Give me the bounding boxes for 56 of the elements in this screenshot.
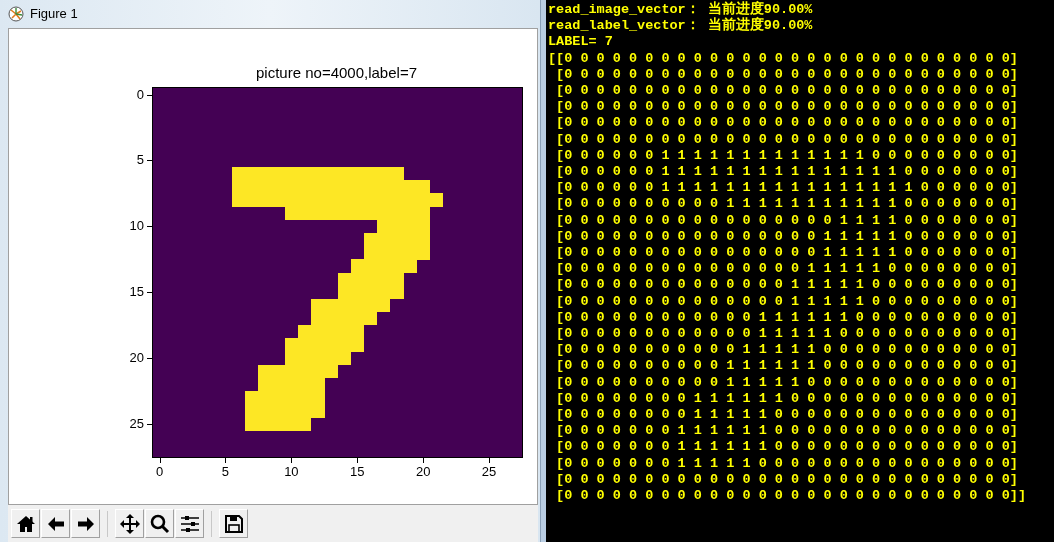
- toolbar-button[interactable]: [115, 509, 144, 538]
- x-tick-label: 20: [415, 465, 431, 479]
- matrix-row-text: [0 0 0 0 0 0 0 0 1 1 1 1 1 1 0 0 0 0 0 0 0 0 0 0 0 0 0 0]: [555, 390, 1019, 408]
- matrix-row-text: [0 0 0 0 0 0 1 1 1 1 1 1 1 1 1 1 1 1 1 0 0 0 0 0 0 0 0 0]: [555, 147, 1019, 165]
- matrix-row-text: [0 0 0 0 0 0 0 0 0 0 0 0 0 0 0 0 0 0 0 0 0 0 0 0 0 0 0 0]: [555, 99, 1019, 116]
- plot-title: picture no=4000,label=7: [256, 63, 417, 83]
- matrix-row-text: [0 0 0 0 0 0 0 1 1 1 1 1 1 0 0 0 0 0 0 0 0 0 0 0 0 0 0 0]: [555, 439, 1019, 456]
- matrix-row-text: [0 0 0 0 0 0 0 0 0 0 0 0 0 0 0 0 0 0 0 0 0 0 0 0 0 0 0 0]: [555, 66, 1019, 83]
- toolbar-button[interactable]: [219, 509, 248, 538]
- matrix-row-text: [0 0 0 0 0 0 1 1 1 1 1 1 1 1 1 1 1 1 1 1 1 1 0 0 0 0 0 0]: [555, 180, 1019, 197]
- matrix-row-text: [0 0 0 0 0 0 0 0 0 0 0 0 0 0 0 0 0 0 0 0 0 0 0 0 0 0 0 0]: [555, 471, 1019, 489]
- matrix-row-text: [[0 0 0 0 0 0 0 0 0 0 0 0 0 0 0 0 0 0 0 0 0 0 0 0 0 0 0 0]: [548, 50, 1019, 67]
- y-tick-label: 20: [128, 351, 144, 366]
- console-line: read_image_vector： 当前进度90.00%: [548, 2, 814, 17]
- move-icon: [118, 512, 141, 535]
- search-icon: [148, 512, 171, 535]
- app-icon: [8, 6, 24, 22]
- window-title: Figure 1: [30, 5, 78, 24]
- y-tick-label: 5: [135, 153, 144, 168]
- console-line: read_label_vector： 当前进度90.00%: [548, 18, 814, 35]
- toolbar-button[interactable]: [11, 509, 40, 538]
- toolbar-button[interactable]: [71, 509, 100, 538]
- console-line: LABEL= 7: [548, 34, 614, 51]
- x-tick-label: 0: [155, 465, 164, 479]
- save-icon: [222, 512, 245, 535]
- x-tick-label: 10: [284, 465, 299, 479]
- matrix-row-text: [0 0 0 0 0 0 0 0 0 0 0 0 0 0 0 0 0 0 0 0 0 0 0 0 0 0 0 0]: [555, 115, 1019, 132]
- y-tick-label: 25: [128, 417, 144, 432]
- matrix-row-text: [0 0 0 0 0 0 0 0 0 0 0 0 0 0 1 1 1 1 1 0 0 0 0 0 0 0 0 0]: [555, 277, 1019, 294]
- y-tick-label: 0: [135, 87, 144, 102]
- toolbar-button[interactable]: [175, 509, 204, 538]
- x-tick-label: 5: [221, 465, 230, 479]
- matrix-row-text: [0 0 0 0 0 0 0 0 0 0 1 1 1 1 1 0 0 0 0 0 0 0 0 0 0 0 0 0]: [555, 374, 1019, 391]
- matrix-row-text: [0 0 0 0 0 0 0 0 0 0 1 1 1 1 1 1 1 1 1 1 1 0 0 0 0 0 0 0]: [555, 196, 1019, 213]
- matrix-row-text: [0 0 0 0 0 0 0 0 1 1 1 1 1 0 0 0 0 0 0 0 0 0 0 0 0 0 0 0]: [555, 407, 1019, 424]
- matrix-row-text: [0 0 0 0 0 0 0 0 0 0 0 0 0 0 0 0 0 0 0 0 0 0 0 0 0 0 0 0]: [555, 131, 1019, 148]
- matrix-row-text: [0 0 0 0 0 0 0 0 0 0 0 0 0 0 0 0 0 0 0 0 0 0 0 0 0 0 0 0]]: [555, 488, 1027, 505]
- toolbar-button[interactable]: [145, 509, 174, 538]
- matrix-row-text: [0 0 0 0 0 0 0 0 0 0 0 0 0 0 0 0 0 1 1 1 1 0 0 0 0 0 0 0]: [555, 212, 1019, 229]
- toolbar-button[interactable]: [41, 509, 70, 538]
- matrix-row-text: [0 0 0 0 0 0 0 0 0 0 0 0 0 0 1 1 1 1 1 0 0 0 0 0 0 0 0 0]: [555, 293, 1019, 310]
- matrix-row-text: [0 0 0 0 0 0 0 0 0 0 0 0 0 0 0 1 1 1 1 1 0 0 0 0 0 0 0 0]: [555, 261, 1019, 278]
- matrix-row-text: [0 0 0 0 0 0 0 0 0 0 0 0 0 0 0 0 1 1 1 1 1 0 0 0 0 0 0 0]: [555, 245, 1019, 262]
- x-tick-label: 25: [481, 465, 497, 479]
- matrix-row-text: [0 0 0 0 0 0 0 0 0 0 0 0 0 0 0 0 1 1 1 1 1 0 0 0 0 0 0 0]: [555, 228, 1019, 246]
- y-tick-label: 10: [128, 219, 144, 234]
- y-tick-label: 15: [128, 285, 144, 300]
- matrix-row-text: [0 0 0 0 0 0 0 0 0 0 0 1 1 1 1 1 0 0 0 0 0 0 0 0 0 0 0 0]: [555, 342, 1019, 359]
- x-tick-label: 15: [350, 465, 365, 479]
- matrix-row-text: [0 0 0 0 0 0 0 1 1 1 1 1 1 0 0 0 0 0 0 0 0 0 0 0 0 0 0 0]: [555, 423, 1019, 440]
- matrix-row-text: [0 0 0 0 0 0 0 0 0 0 0 0 1 1 1 1 1 0 0 0 0 0 0 0 0 0 0 0]: [555, 326, 1019, 343]
- matrix-row-text: [0 0 0 0 0 0 0 0 0 0 1 1 1 1 1 1 0 0 0 0 0 0 0 0 0 0 0 0]: [555, 358, 1019, 375]
- matrix-row-text: [0 0 0 0 0 0 0 1 1 1 1 1 0 0 0 0 0 0 0 0 0 0 0 0 0 0 0 0]: [555, 455, 1019, 472]
- matrix-row-text: [0 0 0 0 0 0 1 1 1 1 1 1 1 1 1 1 1 1 1 1 1 0 0 0 0 0 0 0]: [555, 164, 1019, 181]
- matrix-row-text: [0 0 0 0 0 0 0 0 0 0 0 0 0 0 0 0 0 0 0 0 0 0 0 0 0 0 0 0]: [555, 83, 1019, 100]
- matrix-row-text: [0 0 0 0 0 0 0 0 0 0 0 0 1 1 1 1 1 1 0 0 0 0 0 0 0 0 0 0]: [555, 309, 1019, 327]
